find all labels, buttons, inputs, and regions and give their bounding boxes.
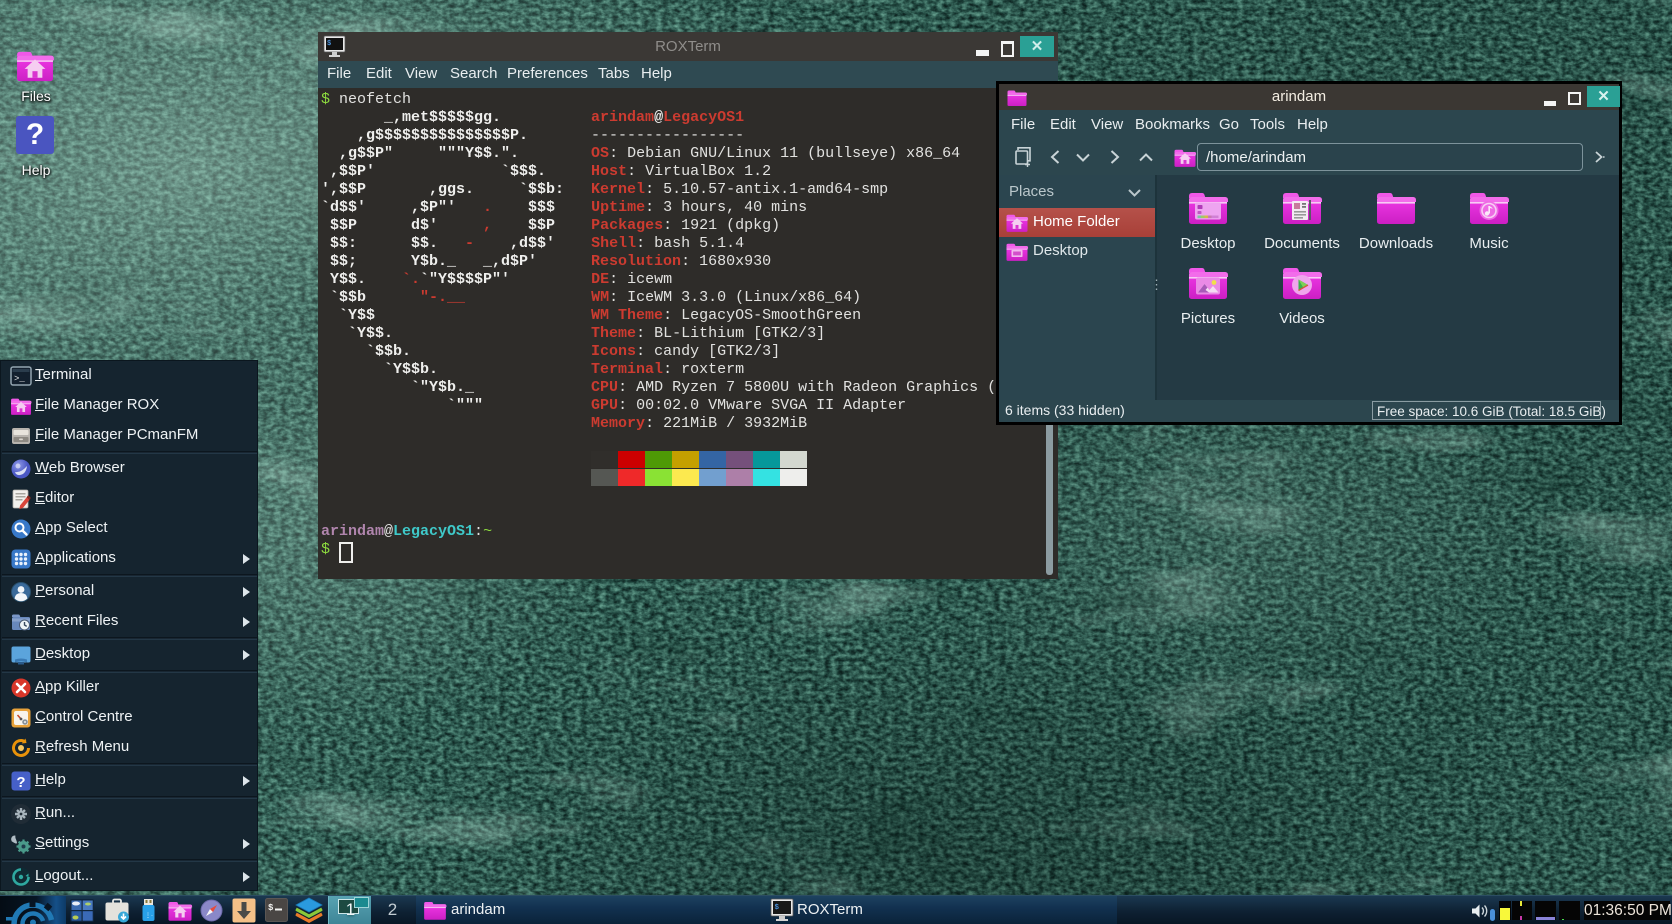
svg-text:$: $ — [268, 903, 274, 913]
svg-text:$: $ — [775, 904, 780, 912]
svg-text:>_: >_ — [14, 374, 25, 384]
svg-text:⋮·: ⋮· — [145, 913, 153, 919]
svg-text:?: ? — [16, 774, 25, 791]
